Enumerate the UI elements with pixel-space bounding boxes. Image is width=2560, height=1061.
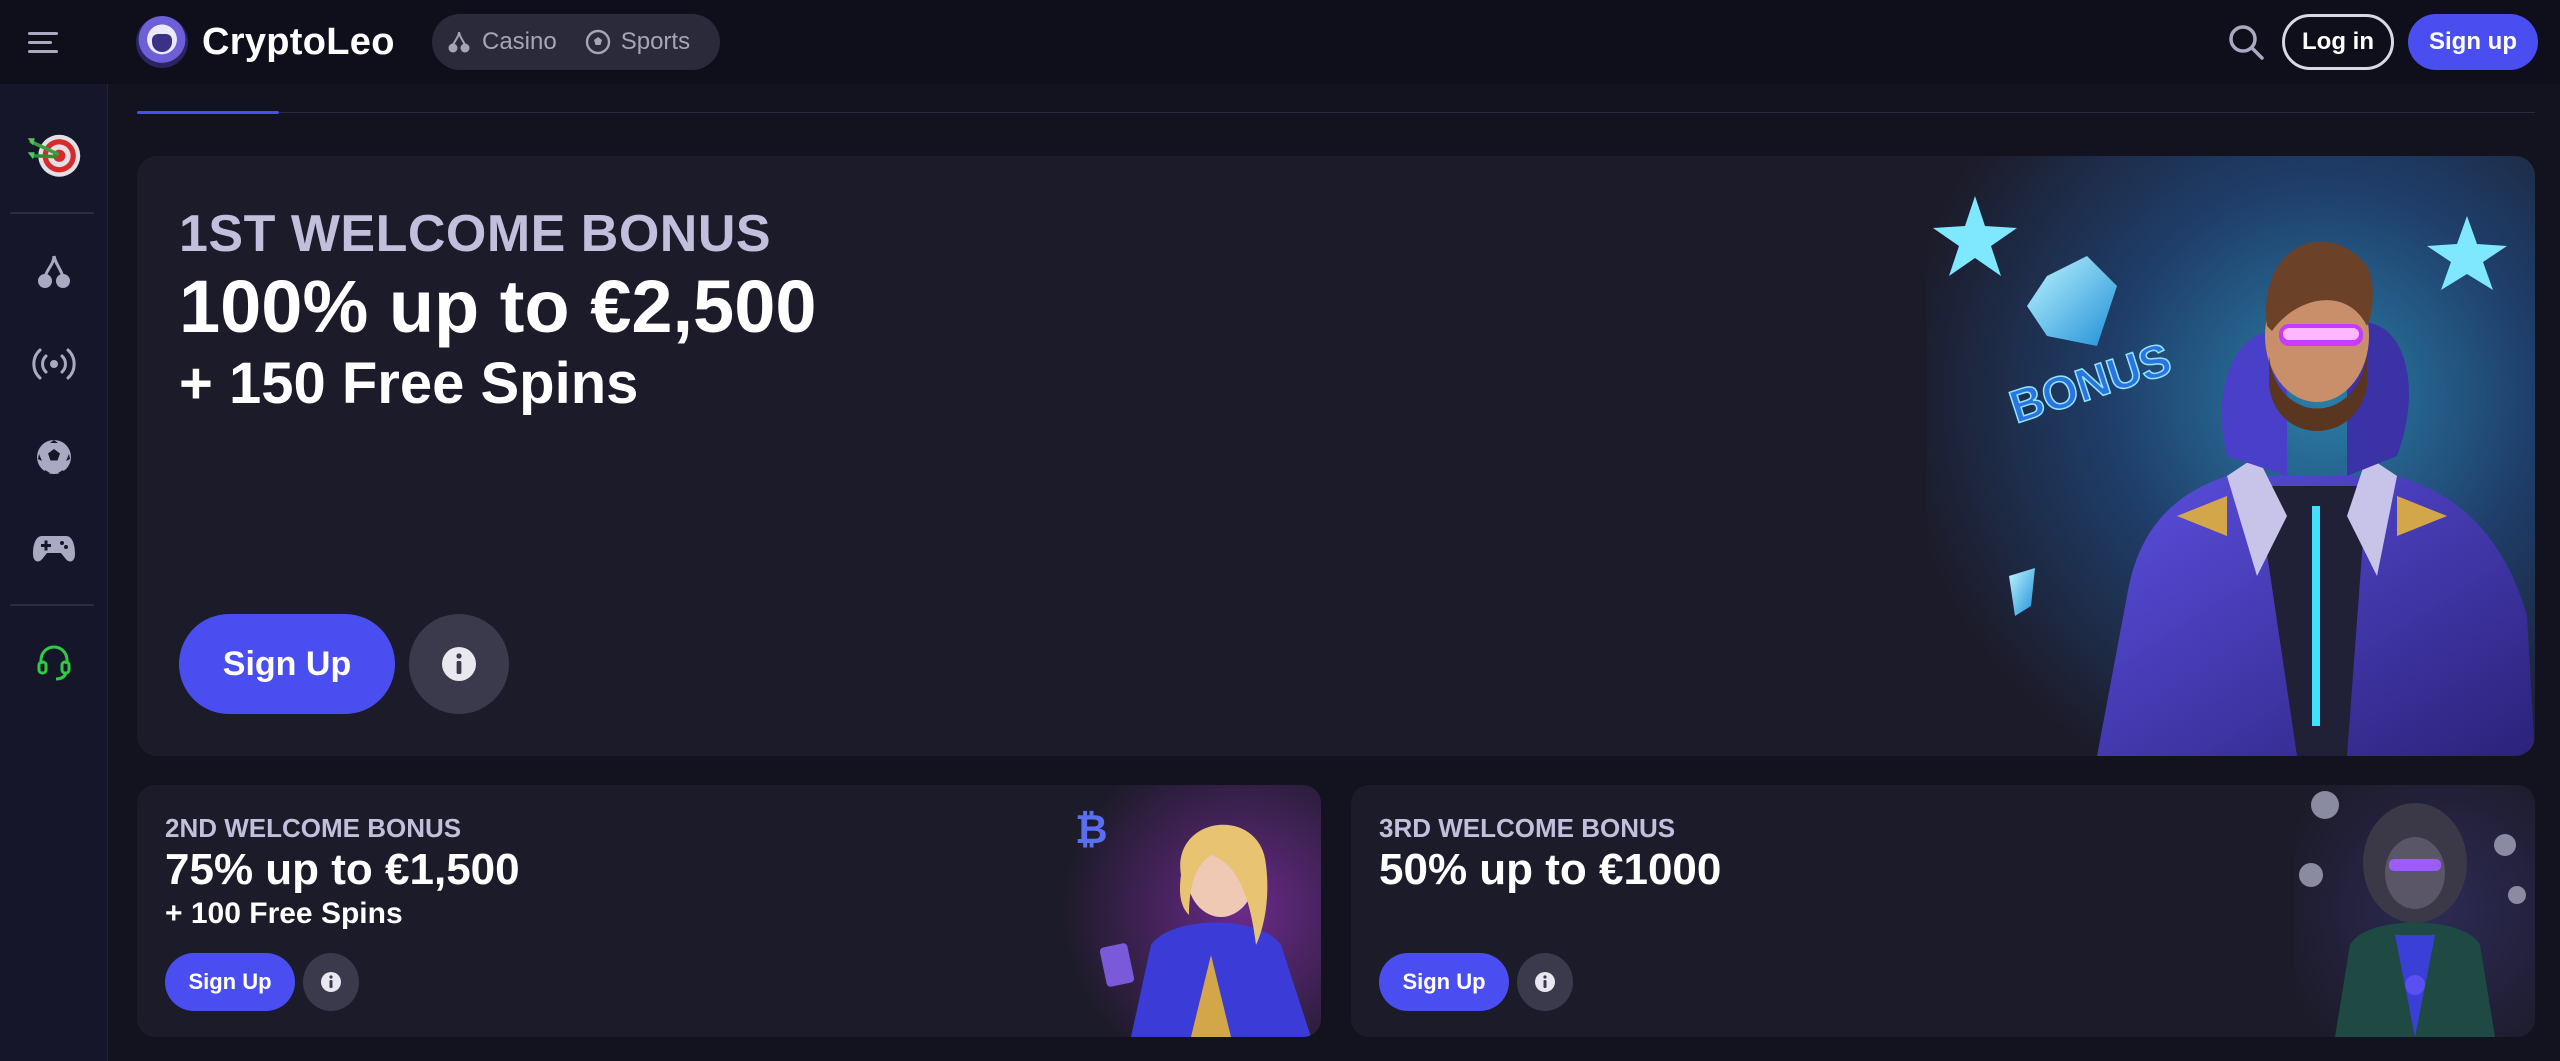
info-icon	[321, 972, 341, 992]
card-info-button[interactable]	[303, 953, 359, 1011]
tab-underline-track	[137, 112, 2535, 113]
card-subtitle: + 100 Free Spins	[165, 897, 403, 930]
hero-signup-button[interactable]: Sign Up	[179, 614, 395, 714]
search-icon[interactable]	[2226, 22, 2266, 62]
bonus-card-3: 3RD WELCOME BONUS 50% up to €1000 Sign U…	[1351, 785, 2535, 1037]
soccer-ball-icon	[585, 29, 610, 55]
sidebar	[0, 84, 108, 1061]
gamepad-icon[interactable]	[26, 521, 82, 577]
sidebar-divider	[10, 604, 94, 606]
hero-kicker: 1ST WELCOME BONUS	[179, 205, 772, 263]
headset-support-icon[interactable]	[26, 634, 82, 690]
hero-info-button[interactable]	[409, 614, 509, 714]
hero-title: 100% up to €2,500	[179, 265, 817, 348]
soccer-ball-icon[interactable]	[26, 429, 82, 485]
product-switcher: Casino Sports	[432, 14, 720, 70]
hero-subtitle: + 150 Free Spins	[179, 351, 639, 416]
lion-logo-icon	[136, 16, 188, 68]
nav-sports-label: Sports	[620, 28, 691, 55]
card-title: 75% up to €1,500	[165, 845, 520, 894]
card-signup-button[interactable]: Sign Up	[165, 953, 295, 1011]
top-bar: CryptoLeo Casino Sports Log in Sign up	[0, 0, 2560, 84]
svg-text:₿: ₿	[1075, 808, 1108, 852]
info-icon	[442, 647, 476, 681]
hero-character-illustration: BONUS	[1927, 156, 2535, 756]
signup-button[interactable]: Sign up	[2408, 14, 2538, 70]
nav-casino[interactable]: Casino	[446, 28, 557, 56]
heroine-character-illustration: ₿	[1061, 785, 1321, 1037]
brand-name: CryptoLeo	[202, 20, 395, 63]
nav-sports[interactable]: Sports	[585, 28, 690, 56]
card-info-button[interactable]	[1517, 953, 1573, 1011]
login-button[interactable]: Log in	[2282, 14, 2394, 70]
cherries-icon	[448, 31, 470, 53]
dart-target-icon[interactable]	[26, 126, 82, 182]
hero-welcome-bonus: 1ST WELCOME BONUS 100% up to €2,500 + 15…	[137, 156, 2535, 756]
hamburger-menu-icon[interactable]	[28, 24, 74, 60]
bonus-card-2: 2ND WELCOME BONUS 75% up to €1,500 + 100…	[137, 785, 1321, 1037]
card-signup-button[interactable]: Sign Up	[1379, 953, 1509, 1011]
nav-casino-label: Casino	[482, 28, 557, 55]
sidebar-divider	[10, 212, 94, 214]
card-title: 50% up to €1000	[1379, 845, 1722, 894]
brand-logo-link[interactable]: CryptoLeo	[136, 10, 395, 74]
card-kicker: 3RD WELCOME BONUS	[1379, 813, 1676, 843]
info-icon	[1535, 972, 1555, 992]
card-kicker: 2ND WELCOME BONUS	[165, 813, 462, 843]
lion-character-illustration	[2295, 785, 2535, 1037]
live-broadcast-icon[interactable]	[26, 336, 82, 392]
active-tab-indicator	[137, 111, 279, 114]
cherries-icon[interactable]	[26, 244, 82, 300]
